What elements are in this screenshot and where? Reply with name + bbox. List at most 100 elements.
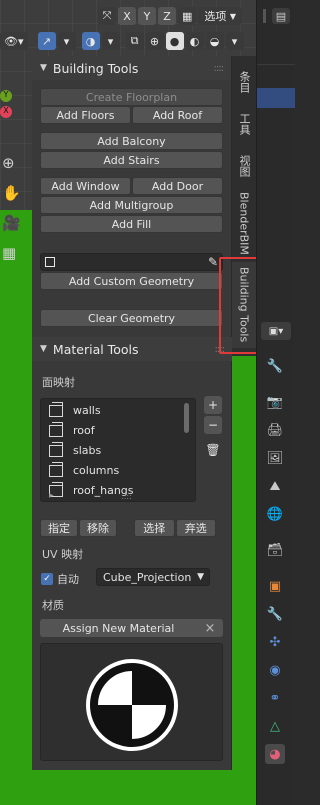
shading-dropdown-icon[interactable]: ▾ — [225, 32, 244, 50]
add-window-button[interactable]: Add Window — [40, 177, 131, 195]
eyedropper-icon[interactable]: ✎ — [208, 255, 218, 269]
tab-highlight-box — [219, 257, 261, 354]
options-dropdown[interactable]: 选项 ▼ — [198, 7, 243, 25]
chevron-down-icon: ▼ — [229, 11, 237, 21]
editor-type-icon[interactable]: ▤ — [272, 8, 290, 24]
gizmo-y-axis[interactable]: Y — [0, 90, 12, 102]
axis-y-toggle[interactable]: Y — [138, 7, 156, 25]
face-map-icon — [49, 421, 63, 437]
modifier-wrench-icon[interactable]: 🔧 — [265, 604, 285, 624]
add-door-button[interactable]: Add Door — [132, 177, 223, 195]
solid-shading-icon[interactable]: ● — [165, 32, 184, 50]
material-preview-sphere-icon — [86, 659, 178, 751]
axis-z-toggle[interactable]: Z — [158, 7, 176, 25]
list-resize-handle-icon[interactable]: :::: — [121, 492, 132, 501]
zoom-icon[interactable]: ⊕ — [2, 148, 21, 178]
remove-button[interactable]: 移除 — [79, 519, 117, 537]
tab-view[interactable]: 视图 — [232, 146, 256, 186]
gizmo-dropdown-icon[interactable]: ▾ — [57, 32, 76, 50]
material-tools-header[interactable]: ▼ Material Tools :::: — [32, 337, 232, 361]
wireframe-shading-icon[interactable]: ⊕ — [145, 32, 164, 50]
list-scrollbar[interactable] — [184, 403, 189, 433]
add-fill-button[interactable]: Add Fill — [40, 215, 223, 233]
assign-new-material-button[interactable]: Assign New Material — [40, 622, 197, 635]
snap-icon[interactable]: ▦ — [178, 7, 197, 25]
render-icon[interactable]: 📷 — [265, 392, 285, 412]
view-layer-icon[interactable]: 🖼 — [265, 448, 285, 468]
list-item[interactable]: walls — [49, 401, 101, 417]
assign-button[interactable]: 指定 — [40, 519, 78, 537]
auto-checkbox-row[interactable]: ✓ 自动 — [41, 571, 79, 587]
world-icon[interactable]: 🌐 — [265, 504, 285, 524]
face-map-list[interactable]: walls roof slabs columns roof_hangs ▶ ::… — [40, 398, 196, 502]
list-item[interactable]: slabs — [49, 441, 101, 457]
list-item-label: roof — [73, 424, 95, 437]
close-icon[interactable]: × — [197, 621, 223, 636]
building-tools-header[interactable]: ▼ Building Tools :::: — [32, 56, 231, 80]
add-stairs-button[interactable]: Add Stairs — [40, 151, 223, 169]
uv-projection-value: Cube_Projection — [103, 570, 192, 584]
clear-geometry-button[interactable]: Clear Geometry — [40, 309, 223, 327]
face-map-icon — [49, 461, 63, 477]
pan-hand-icon[interactable]: ✋ — [2, 178, 21, 208]
object-icon[interactable]: ▣ — [265, 576, 285, 596]
list-item-label: columns — [73, 464, 120, 477]
scene-icon[interactable]: ⛰ — [265, 476, 285, 496]
material-shading-icon[interactable]: ◐ — [185, 32, 204, 50]
axis-lock-icon[interactable]: ⤧ — [98, 7, 116, 25]
list-item[interactable]: columns — [49, 461, 120, 477]
grid-view-icon[interactable]: ▦ — [2, 238, 21, 268]
transform-gizmo-icon[interactable]: ↗ — [37, 32, 56, 50]
rendered-shading-icon[interactable]: ◒ — [205, 32, 224, 50]
add-custom-geometry-button[interactable]: Add Custom Geometry — [40, 272, 223, 290]
xray-icon[interactable]: ⧉ — [125, 32, 144, 50]
axis-x-toggle[interactable]: X — [118, 7, 136, 25]
uv-projection-dropdown[interactable]: Cube_Projection ▼ — [96, 568, 210, 586]
gizmo-x-axis[interactable]: X — [0, 106, 12, 118]
tab-blenderbim-label: BlenderBIM — [237, 191, 251, 255]
add-multigroup-button[interactable]: Add Multigroup — [40, 196, 223, 214]
outliner-selected-row[interactable] — [257, 88, 295, 108]
material-tools-title: Material Tools — [52, 341, 139, 357]
checkbox-checked-icon[interactable]: ✓ — [41, 573, 53, 585]
remove-slot-button[interactable]: − — [204, 416, 222, 434]
overlay-dropdown-icon[interactable]: ▾ — [101, 32, 120, 50]
camera-icon[interactable]: 🎥 — [2, 208, 21, 238]
plus-icon: + — [207, 398, 219, 412]
tab-item[interactable]: 条目 — [232, 62, 256, 102]
drag-handle-icon[interactable]: :::: — [214, 63, 225, 74]
properties-editor-type-icon[interactable]: ▣▾ — [261, 322, 291, 340]
physics-icon[interactable]: ◉ — [265, 660, 285, 680]
deselect-button[interactable]: 弃选 — [175, 519, 216, 537]
tab-blenderbim[interactable]: BlenderBIM — [232, 188, 256, 258]
object-data-icon[interactable]: △ — [265, 716, 285, 736]
list-item[interactable]: roof — [49, 421, 95, 437]
object-picker-field[interactable]: ✎ — [40, 253, 223, 271]
overlay-icon[interactable]: ◑ — [81, 32, 100, 50]
minus-icon: − — [207, 418, 219, 432]
material-icon[interactable]: ◕ — [265, 744, 285, 764]
output-icon[interactable]: 🖨 — [265, 420, 285, 440]
trash-icon: 🗑 — [205, 443, 221, 457]
add-balcony-button[interactable]: Add Balcony — [40, 132, 223, 150]
add-floors-button[interactable]: Add Floors — [40, 106, 131, 124]
divider — [263, 9, 266, 23]
collection-icon[interactable]: 🗃 — [265, 540, 285, 560]
create-floorplan-button[interactable]: Create Floorplan — [40, 88, 223, 106]
tab-tool-label: 工具 — [238, 113, 251, 135]
assign-new-material-field[interactable]: Assign New Material × — [40, 619, 223, 637]
list-expand-arrow-icon[interactable]: ▶ — [49, 492, 54, 499]
particles-icon[interactable]: ✣ — [265, 632, 285, 652]
select-button[interactable]: 选择 — [134, 519, 175, 537]
uv-map-label: UV 映射 — [42, 548, 84, 561]
constraints-icon[interactable]: ⚭ — [265, 688, 285, 708]
tool-settings-icon[interactable]: 🔧 — [265, 356, 285, 376]
view-object-icon[interactable]: 👁▾ — [0, 32, 28, 50]
tab-tool[interactable]: 工具 — [232, 104, 256, 144]
material-label: 材质 — [42, 599, 64, 612]
delete-slot-button[interactable]: 🗑 — [204, 441, 222, 459]
add-slot-button[interactable]: + — [204, 396, 222, 414]
viewport-header: ⤧ X Y Z ▦ 选项 ▼ 👁▾ ↗ ▾ ◑ ▾ ⧉ ⊕ ● ◐ ◒ ▾ — [0, 0, 256, 58]
chevron-down-icon: ▼ — [197, 572, 204, 582]
add-roof-button[interactable]: Add Roof — [132, 106, 223, 124]
